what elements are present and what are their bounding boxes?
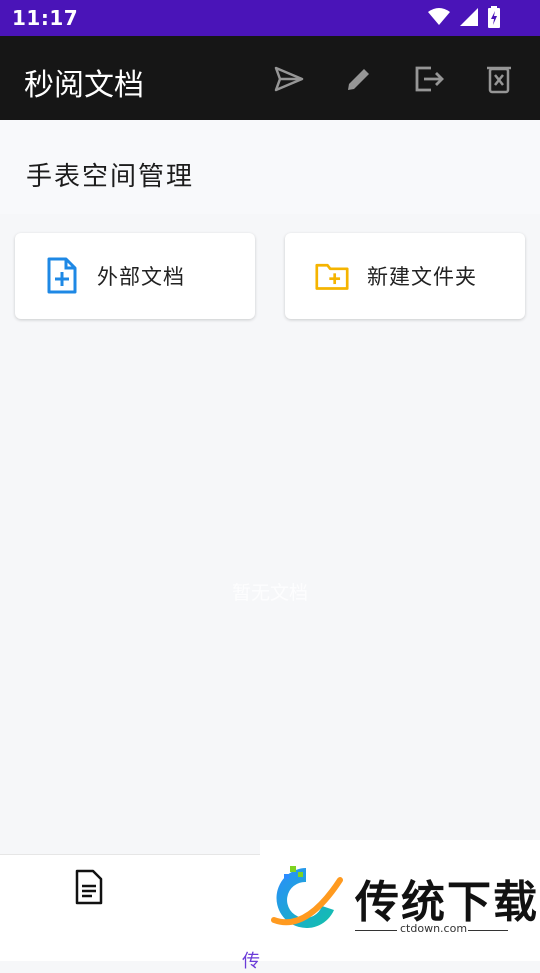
delete-button[interactable]: [482, 62, 516, 96]
edit-button[interactable]: [342, 62, 376, 96]
new-folder-card[interactable]: 新建文件夹: [285, 233, 525, 319]
document-icon: [75, 869, 103, 905]
add-folder-icon: [315, 257, 349, 295]
brand-logo: [271, 866, 343, 928]
section-header: 手表空间管理: [0, 120, 540, 214]
wifi-icon: [428, 8, 450, 25]
appbar-actions: [272, 62, 516, 96]
new-folder-label: 新建文件夹: [367, 265, 477, 289]
watermark-brand: 传统下载: [355, 877, 539, 928]
empty-state-text: 暂无文档: [231, 582, 308, 604]
section-title: 手表空间管理: [26, 162, 195, 192]
watermark-overlay: 传统下载 ctdown.com: [260, 840, 540, 960]
export-button[interactable]: [412, 62, 446, 96]
battery-charging-icon: [488, 6, 500, 28]
tab-partial-label: 传: [242, 951, 260, 972]
external-document-label: 外部文档: [97, 265, 185, 289]
app-bar: 秒阅文档: [0, 36, 540, 120]
send-button[interactable]: [272, 62, 306, 96]
delete-icon: [487, 66, 511, 94]
signal-icon: [460, 8, 478, 26]
app-title: 秒阅文档: [24, 68, 144, 103]
external-document-card[interactable]: 外部文档: [15, 233, 255, 319]
status-bar: 11:17: [0, 0, 540, 36]
export-icon: [415, 66, 444, 92]
watermark-domain: ctdown.com: [400, 922, 468, 935]
tab-documents[interactable]: [74, 869, 106, 907]
status-time: 11:17: [12, 6, 79, 30]
send-icon: [274, 66, 304, 92]
edit-icon: [348, 69, 369, 90]
watermark-divider-left: [355, 930, 397, 931]
watermark-divider-right: [468, 930, 508, 931]
add-file-icon: [45, 257, 79, 295]
status-icons: [428, 6, 500, 28]
